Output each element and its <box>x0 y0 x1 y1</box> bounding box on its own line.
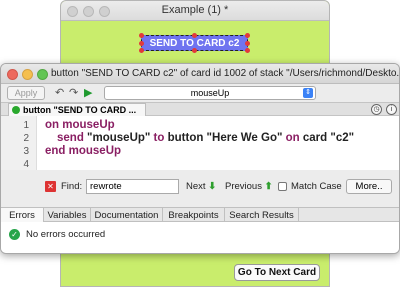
editor-titlebar: button "SEND TO CARD c2" of card id 1002… <box>1 64 399 84</box>
selection-handle[interactable] <box>139 41 144 46</box>
stack-window-title: Example (1) * <box>161 4 229 16</box>
arrow-down-icon: ⬇ <box>208 181 217 192</box>
code-line: end mouseUp <box>45 145 121 157</box>
selection-handle[interactable] <box>139 33 144 38</box>
find-input[interactable]: rewrote <box>86 179 179 194</box>
code-token: "mouseUp" <box>87 132 154 144</box>
status-dot-icon <box>12 106 20 114</box>
code-token: on <box>285 132 303 144</box>
tab-variables[interactable]: Variables <box>44 208 91 222</box>
find-bar: ✕ Find: rewrote Next ⬇ Previous ⬆ Match … <box>1 177 399 197</box>
code-token: mouseUp <box>68 145 122 157</box>
bottom-tab-bar: Errors Variables Documentation Breakpoin… <box>1 207 399 222</box>
selection-handle[interactable] <box>245 48 250 53</box>
check-icon: ✓ <box>9 229 20 240</box>
tab-errors[interactable]: Errors <box>1 208 44 222</box>
code-line: on mouseUp <box>45 119 115 131</box>
script-tab-label: button "SEND TO CARD ... <box>23 105 137 115</box>
more-button[interactable]: More.. <box>346 179 392 194</box>
code-line: send "mouseUp" to button "Here We Go" on… <box>57 132 354 144</box>
code-token: on <box>45 119 63 131</box>
close-find-icon[interactable]: ✕ <box>45 181 56 192</box>
line-number: 3 <box>23 146 29 157</box>
selection-handle[interactable] <box>192 48 197 53</box>
handler-select-value: mouseUp <box>190 88 230 98</box>
selection-handle[interactable] <box>139 48 144 53</box>
selection-handle[interactable] <box>245 41 250 46</box>
selection-handle[interactable] <box>192 33 197 38</box>
find-previous-button[interactable]: Previous ⬆ <box>225 181 273 192</box>
line-number: 4 <box>23 159 29 170</box>
code-token: end <box>45 145 69 157</box>
handler-select[interactable]: mouseUp ⇕ <box>104 86 316 100</box>
tab-breakpoints[interactable]: Breakpoints <box>163 208 225 222</box>
arrow-up-icon: ⬆ <box>264 181 273 192</box>
go-to-next-card-button[interactable]: Go To Next Card <box>234 264 320 281</box>
line-number-gutter: 1 2 3 4 <box>1 116 37 170</box>
editor-title: button "SEND TO CARD c2" of card id 1002… <box>51 68 400 79</box>
code-token: button "Here We Go" <box>167 132 286 144</box>
code-token: card "c2" <box>302 132 355 144</box>
tab-documentation[interactable]: Documentation <box>91 208 163 222</box>
info-icon[interactable]: i <box>386 104 397 115</box>
find-label: Find: <box>61 181 83 192</box>
zoom-window-button[interactable] <box>37 69 48 80</box>
stack-window-titlebar: Example (1) * <box>61 1 329 21</box>
minimize-window-button[interactable] <box>22 69 33 80</box>
find-next-button[interactable]: Next ⬇ <box>186 181 216 192</box>
selection-handle[interactable] <box>245 33 250 38</box>
code-token: send <box>57 132 88 144</box>
find-next-label: Next <box>186 181 206 192</box>
error-list: ✓ No errors occurred <box>1 222 399 253</box>
script-tab[interactable]: button "SEND TO CARD ... <box>8 103 146 116</box>
tab-search-results[interactable]: Search Results <box>225 208 299 222</box>
code-token: to <box>153 132 168 144</box>
find-previous-label: Previous <box>225 181 262 192</box>
status-message: No errors occurred <box>26 229 106 240</box>
code-area[interactable]: 1 2 3 4 on mouseUp send "mouseUp" to butt… <box>1 116 399 170</box>
editor-toolbar: Apply ↶ ↷ ▶ mouseUp ⇕ <box>1 84 399 102</box>
close-window-button[interactable] <box>7 69 18 80</box>
code-token: mouseUp <box>62 119 115 131</box>
undo-icon[interactable]: ↶ <box>55 86 64 100</box>
redo-icon[interactable]: ↷ <box>69 86 78 100</box>
script-editor-window: button "SEND TO CARD c2" of card id 1002… <box>0 63 400 254</box>
apply-button[interactable]: Apply <box>7 86 45 100</box>
line-number: 1 <box>23 120 29 131</box>
history-icon[interactable]: ◷ <box>371 104 382 115</box>
line-number: 2 <box>23 133 29 144</box>
match-case-checkbox[interactable] <box>278 182 287 191</box>
run-icon[interactable]: ▶ <box>84 86 92 100</box>
script-tab-bar: button "SEND TO CARD ... ◷ i <box>1 102 399 116</box>
chevron-updown-icon: ⇕ <box>303 88 313 98</box>
match-case-label: Match Case <box>291 181 342 192</box>
